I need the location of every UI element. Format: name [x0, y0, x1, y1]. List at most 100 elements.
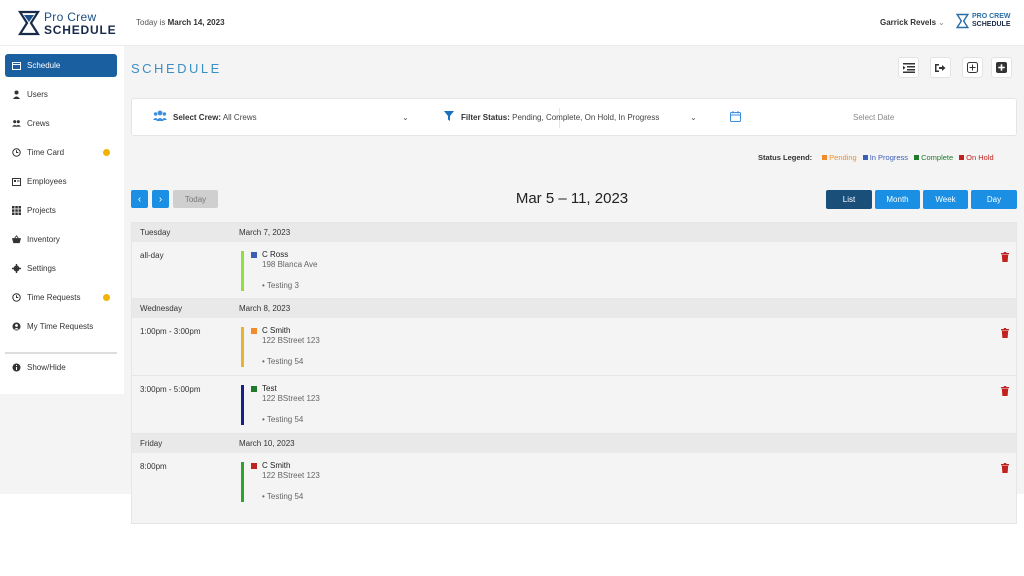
trash-icon[interactable] [1001, 328, 1009, 338]
info-circle-icon [12, 363, 21, 372]
status-square [251, 463, 257, 469]
sidebar-item-inventory[interactable]: Inventory [5, 228, 117, 251]
view-week-button[interactable]: Week [923, 190, 968, 209]
list-indent-button[interactable] [898, 57, 919, 78]
sidebar-item-crews[interactable]: Crews [5, 112, 117, 135]
event-time: 1:00pm - 3:00pm [140, 327, 201, 336]
next-week-button[interactable]: › [152, 190, 169, 208]
user-menu[interactable]: Garrick Revels ⌄ [880, 18, 945, 27]
app-logo[interactable]: Pro Crew SCHEDULE [18, 10, 116, 36]
plus-square-icon [996, 62, 1007, 73]
event-row[interactable]: all-day C Ross 198 Blanca Ave • Testing … [132, 242, 1016, 299]
day-header: Tuesday March 7, 2023 [132, 223, 1016, 242]
day-date: March 7, 2023 [239, 228, 291, 237]
date-range-title: Mar 5 – 11, 2023 [515, 190, 629, 207]
sidebar-item-label: Settings [27, 264, 56, 273]
event-name: Test [262, 384, 277, 393]
sign-out-icon [935, 63, 946, 72]
event-note-text: Testing 54 [266, 492, 304, 501]
notification-badge [103, 149, 110, 156]
legend-item-in-progress: In Progress [862, 153, 908, 162]
day-header: Friday March 10, 2023 [132, 434, 1016, 453]
event-row[interactable]: 3:00pm - 5:00pm Test 122 BStreet 123 • T… [132, 376, 1016, 434]
event-time: 3:00pm - 5:00pm [140, 385, 201, 394]
event-row[interactable]: 8:00pm C Smith 122 BStreet 123 • Testing… [132, 453, 1016, 523]
legend-item-complete: Complete [914, 153, 953, 162]
today-button[interactable]: Today [173, 190, 218, 208]
top-bar: Pro Crew SCHEDULE Today is March 14, 202… [0, 0, 1024, 46]
legend-item-on-hold: On Hold [959, 153, 994, 162]
chevron-down-icon[interactable]: ⌄ [402, 113, 409, 122]
sidebar-item-settings[interactable]: Settings [5, 257, 117, 280]
view-month-button[interactable]: Month [875, 190, 920, 209]
add-button[interactable] [991, 57, 1012, 78]
sidebar-item-label: Employees [27, 177, 67, 186]
date-picker-input[interactable]: Select Date [853, 113, 894, 122]
chevron-down-icon[interactable]: ⌄ [690, 113, 697, 122]
status-label: Filter Status: [461, 113, 510, 122]
status-square [251, 328, 257, 334]
calendar-icon[interactable] [730, 111, 741, 122]
event-name: C Smith [262, 326, 291, 335]
view-list-button[interactable]: List [826, 190, 872, 209]
event-row[interactable]: 1:00pm - 3:00pm C Smith 122 BStreet 123 … [132, 318, 1016, 376]
today-prefix: Today is [136, 18, 166, 27]
trash-icon[interactable] [1001, 252, 1009, 262]
logo-line1: Pro Crew [44, 9, 97, 24]
user-icon [12, 90, 21, 99]
sidebar-item-label: Inventory [27, 235, 60, 244]
export-button[interactable] [930, 57, 951, 78]
filter-bar: Select Crew: All Crews ⌄ Filter Status: … [131, 98, 1017, 136]
notification-badge [103, 294, 110, 301]
prev-week-button[interactable]: ‹ [131, 190, 148, 208]
sidebar-item-users[interactable]: Users [5, 83, 117, 106]
view-day-button[interactable]: Day [971, 190, 1017, 209]
sidebar-item-employees[interactable]: Employees [5, 170, 117, 193]
crew-label: Select Crew: [173, 113, 222, 122]
logo-icon [18, 10, 40, 36]
legend-text: Pending [829, 153, 857, 162]
show-hide-label: Show/Hide [27, 363, 66, 372]
basket-icon [12, 235, 21, 244]
sidebar-item-projects[interactable]: Projects [5, 199, 117, 222]
sidebar-divider [5, 352, 117, 354]
brand-line1: PRO CREW [972, 13, 1011, 20]
sidebar-item-schedule[interactable]: Schedule [5, 54, 117, 77]
day-name: Tuesday [140, 228, 171, 237]
sidebar-item-label: Crews [27, 119, 50, 128]
today-text: Today is March 14, 2023 [136, 18, 225, 27]
event-color-bar [241, 327, 244, 367]
day-date: March 10, 2023 [239, 439, 295, 448]
day-name: Friday [140, 439, 163, 448]
trash-icon[interactable] [1001, 386, 1009, 396]
legend-swatch [959, 155, 965, 160]
sidebar-item-time-card[interactable]: Time Card [5, 141, 117, 164]
event-time: all-day [140, 251, 164, 260]
trash-icon[interactable] [1001, 463, 1009, 473]
legend-swatch [822, 155, 828, 160]
expand-button[interactable] [962, 57, 983, 78]
event-note: • Testing 3 [262, 281, 299, 290]
user-circle-icon [12, 322, 21, 331]
event-note-text: Testing 54 [266, 357, 304, 366]
sidebar-item-my-time-requests[interactable]: My Time Requests [5, 315, 117, 338]
status-square [251, 386, 257, 392]
sidebar-item-label: Projects [27, 206, 56, 215]
crew-select[interactable]: Select Crew: All Crews [173, 113, 257, 122]
sidebar-show-hide[interactable]: Show/Hide [5, 356, 117, 379]
id-card-icon [12, 177, 21, 186]
day-header: Wednesday March 8, 2023 [132, 299, 1016, 318]
plus-square-outline-icon [967, 62, 978, 73]
chevron-right-icon: › [158, 193, 163, 205]
event-color-bar [241, 385, 244, 425]
crew-value: All Crews [222, 113, 257, 122]
calendar-icon [12, 61, 21, 70]
sidebar-item-time-requests[interactable]: Time Requests [5, 286, 117, 309]
legend-text: On Hold [966, 153, 994, 162]
event-color-bar [241, 462, 244, 502]
event-address: 122 BStreet 123 [262, 471, 320, 480]
user-name: Garrick Revels [880, 18, 937, 27]
status-filter-select[interactable]: Filter Status: Pending, Complete, On Hol… [461, 113, 659, 122]
event-time: 8:00pm [140, 462, 167, 471]
users-icon [12, 119, 21, 128]
